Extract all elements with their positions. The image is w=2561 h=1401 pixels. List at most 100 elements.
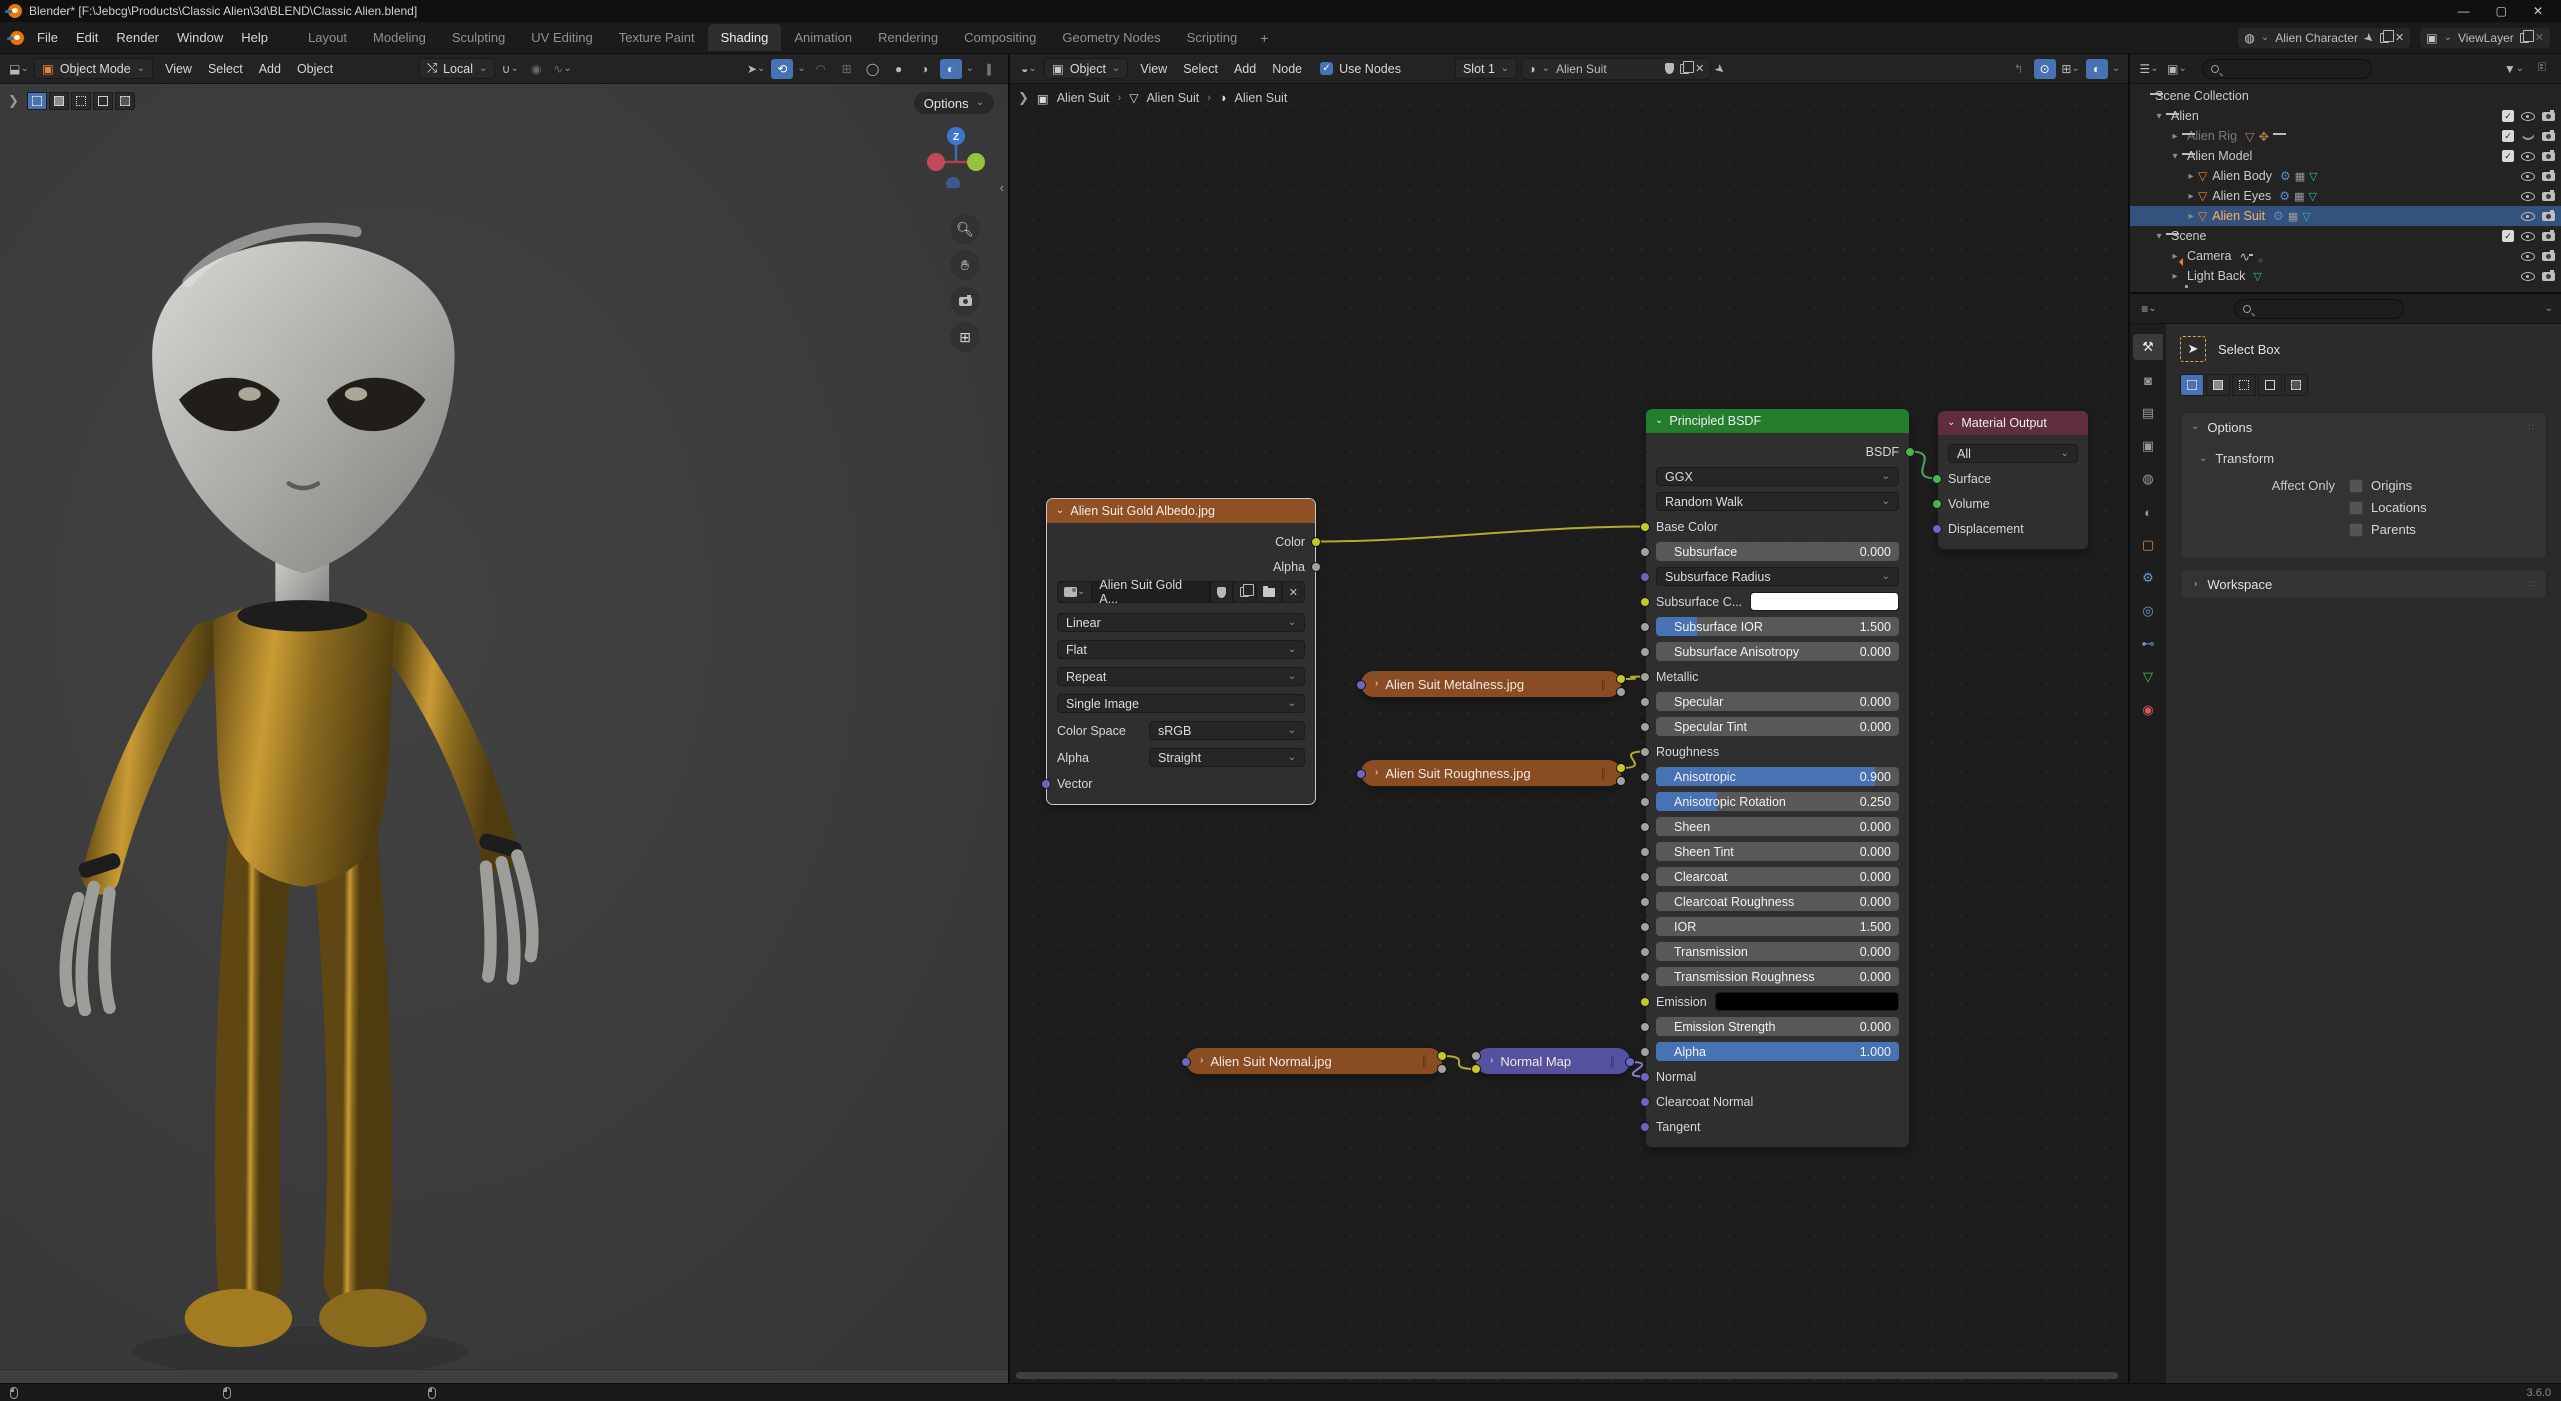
- node-menu-view[interactable]: View: [1132, 59, 1175, 79]
- outliner-row-alien-eyes[interactable]: ▸ ▽ Alien Eyes ⚙ ▦ ▽: [2130, 186, 2561, 206]
- node-menu-select[interactable]: Select: [1175, 59, 1226, 79]
- copy-image-icon[interactable]: [1239, 584, 1254, 597]
- viewport-menu-select[interactable]: Select: [200, 59, 251, 79]
- socket-transmission-roughness-input[interactable]: [1640, 971, 1650, 982]
- disable-render-icon[interactable]: [2542, 109, 2555, 121]
- node-material-output[interactable]: ⌄ Material Output All ⌄ Surface Volume Di…: [1932, 410, 2089, 550]
- socket-emission-strength-input[interactable]: [1640, 1021, 1650, 1032]
- socket-roughness-input[interactable]: [1640, 746, 1650, 757]
- workspace-tab-uv-editing[interactable]: UV Editing: [518, 24, 605, 51]
- bsdf-dropdown-ggx[interactable]: GGX ⌄: [1656, 467, 1899, 486]
- pause-render-icon[interactable]: ∥: [978, 59, 1000, 79]
- socket-color-input[interactable]: [1471, 1064, 1481, 1074]
- move-view-icon[interactable]: ✋︎: [950, 250, 980, 280]
- select-mode-subtract-button[interactable]: [70, 92, 91, 110]
- alpha-mode-dropdown[interactable]: Straight ⌄: [1149, 748, 1305, 767]
- bsdf-slider-transmission-roughness[interactable]: Transmission Roughness 0.000: [1656, 967, 1899, 986]
- disclosure-icon[interactable]: ▸: [2184, 191, 2198, 202]
- disclosure-icon[interactable]: ▾: [2152, 111, 2166, 122]
- properties-tab-physics[interactable]: ◎: [2133, 598, 2163, 624]
- socket-alpha-output[interactable]: [1311, 561, 1321, 572]
- workspace-tab-animation[interactable]: Animation: [781, 24, 865, 51]
- select-mode-intersect-button[interactable]: [2284, 374, 2308, 396]
- bsdf-slider-anisotropic-rotation[interactable]: Anisotropic Rotation 0.250: [1656, 792, 1899, 811]
- outliner-row-scene[interactable]: ▾ Scene ✓: [2130, 226, 2561, 246]
- parent-node-tree-icon[interactable]: ↰: [2008, 59, 2030, 79]
- socket-surface-input[interactable]: [1932, 473, 1942, 484]
- disclosure-icon[interactable]: ▾: [2152, 231, 2166, 242]
- albedo-dropdown-flat[interactable]: Flat ⌄: [1057, 640, 1305, 659]
- socket-strength-input[interactable]: [1471, 1051, 1481, 1061]
- disclosure-icon[interactable]: ▸: [2184, 211, 2198, 222]
- socket-color-output[interactable]: [1311, 536, 1321, 547]
- properties-tab-world[interactable]: ◐: [2133, 499, 2163, 525]
- workspace-tab-shading[interactable]: Shading: [707, 24, 782, 51]
- select-mode-extend-button[interactable]: [2206, 374, 2230, 396]
- pin-icon[interactable]: ➤: [2361, 29, 2378, 46]
- albedo-dropdown-linear[interactable]: Linear ⌄: [1057, 613, 1305, 632]
- properties-tab-render[interactable]: ◙: [2133, 367, 2163, 393]
- socket-vector-input[interactable]: [1356, 769, 1366, 779]
- properties-tab-material[interactable]: ◉: [2133, 697, 2163, 723]
- disable-render-icon[interactable]: [2542, 189, 2555, 201]
- editor-type-outliner-icon[interactable]: ☰ ⌄: [2138, 59, 2160, 79]
- bsdf-slider-specular[interactable]: Specular 0.000: [1656, 692, 1899, 711]
- parents-checkbox[interactable]: [2349, 522, 2363, 537]
- outliner-row-alien-body[interactable]: ▸ ▽ Alien Body ⚙ ▦ ▽: [2130, 166, 2561, 186]
- blender-menu-icon[interactable]: [7, 30, 24, 45]
- select-mode-extend-button[interactable]: [48, 92, 69, 110]
- viewport-menu-view[interactable]: View: [157, 59, 200, 79]
- snapping-mode-icon[interactable]: ⊞ ⌄: [2060, 59, 2082, 79]
- node-image-texture-normal[interactable]: › Alien Suit Normal.jpg ∥: [1181, 1047, 1447, 1075]
- shader-node-editor[interactable]: ◒ ⌄ ▣ Object ⌄ View Select Add Node ✓ Use Nod…: [1010, 54, 2128, 1383]
- hide-viewport-icon[interactable]: [2521, 133, 2535, 140]
- color-space-dropdown[interactable]: sRGB ⌄: [1149, 721, 1305, 740]
- select-box-tool-icon[interactable]: ➤: [2180, 336, 2206, 362]
- albedo-dropdown-single-image[interactable]: Single Image ⌄: [1057, 694, 1305, 713]
- horizontal-scrollbar[interactable]: [1016, 1372, 2118, 1379]
- socket-alpha-output[interactable]: [1616, 776, 1626, 786]
- socket-anisotropic-rotation-input[interactable]: [1640, 796, 1650, 807]
- hide-viewport-icon[interactable]: [2521, 171, 2535, 181]
- editor-type-shader-icon[interactable]: ◒ ⌄: [1018, 59, 1040, 79]
- editor-type-properties-icon[interactable]: ≡ ⌄: [2138, 299, 2160, 319]
- add-workspace-button[interactable]: +: [1250, 30, 1278, 46]
- node-menu-add[interactable]: Add: [1226, 59, 1264, 79]
- node-image-texture-metalness[interactable]: › Alien Suit Metalness.jpg ∥: [1356, 670, 1626, 698]
- node-image-texture-albedo[interactable]: ⌄ Alien Suit Gold Albedo.jpg Color Alpha…: [1041, 498, 1321, 805]
- socket-specular-tint-input[interactable]: [1640, 721, 1650, 732]
- exclude-checkbox[interactable]: ✓: [2502, 150, 2514, 162]
- socket-color-output[interactable]: [1616, 763, 1626, 773]
- socket-sheen-input[interactable]: [1640, 821, 1650, 832]
- socket-alpha-output[interactable]: [1616, 687, 1626, 697]
- close-button[interactable]: ✕: [2533, 4, 2543, 18]
- socket-transmission-input[interactable]: [1640, 946, 1650, 957]
- socket-clearcoat-normal-input[interactable]: [1640, 1096, 1650, 1107]
- overlays-toggle-icon[interactable]: ◠: [810, 59, 832, 79]
- node-principled-bsdf[interactable]: ⌄ Principled BSDF BSDF GGX ⌄ Random Walk ⌄ Ba…: [1640, 408, 1915, 1148]
- shading-wireframe-icon[interactable]: ◯: [862, 59, 884, 79]
- snapping-toggle-icon[interactable]: ⊙: [2033, 58, 2056, 79]
- socket-volume-input[interactable]: [1932, 498, 1942, 509]
- perspective-toggle-icon[interactable]: ⊞: [950, 322, 980, 352]
- filter-icon[interactable]: ▼ ⌄: [2503, 59, 2525, 79]
- socket-color-output[interactable]: [1437, 1051, 1447, 1061]
- exclude-checkbox[interactable]: ✓: [2502, 230, 2514, 242]
- fake-user-icon[interactable]: [1665, 63, 1675, 74]
- overlays-node-icon[interactable]: ◐: [2085, 58, 2108, 79]
- outliner-row-alien-suit[interactable]: ▸ ▽ Alien Suit ⚙ ▦ ▽: [2130, 206, 2561, 226]
- locations-checkbox[interactable]: [2349, 500, 2363, 515]
- socket-anisotropic-input[interactable]: [1640, 771, 1650, 782]
- workspace-panel-header[interactable]: ⌄ Workspace ∷: [2181, 570, 2546, 598]
- outliner[interactable]: ☰ ⌄ ▣ ⌄ ▼ ⌄ 🗉︎ Scene Collection ▾ Alien ✓ ▸ Alie…: [2130, 54, 2561, 292]
- menu-render[interactable]: Render: [107, 26, 168, 49]
- new-material-icon[interactable]: [1680, 60, 1695, 74]
- socket-emission-input[interactable]: [1640, 996, 1650, 1007]
- socket-clearcoat-input[interactable]: [1640, 871, 1650, 882]
- disable-render-icon[interactable]: [2542, 169, 2555, 181]
- viewport-menu-object[interactable]: Object: [289, 59, 341, 79]
- workspace-tab-layout[interactable]: Layout: [295, 24, 360, 51]
- viewport-menu-add[interactable]: Add: [251, 59, 289, 79]
- select-mode-invert-button[interactable]: [2258, 374, 2282, 396]
- workspace-tab-scripting[interactable]: Scripting: [1174, 24, 1251, 51]
